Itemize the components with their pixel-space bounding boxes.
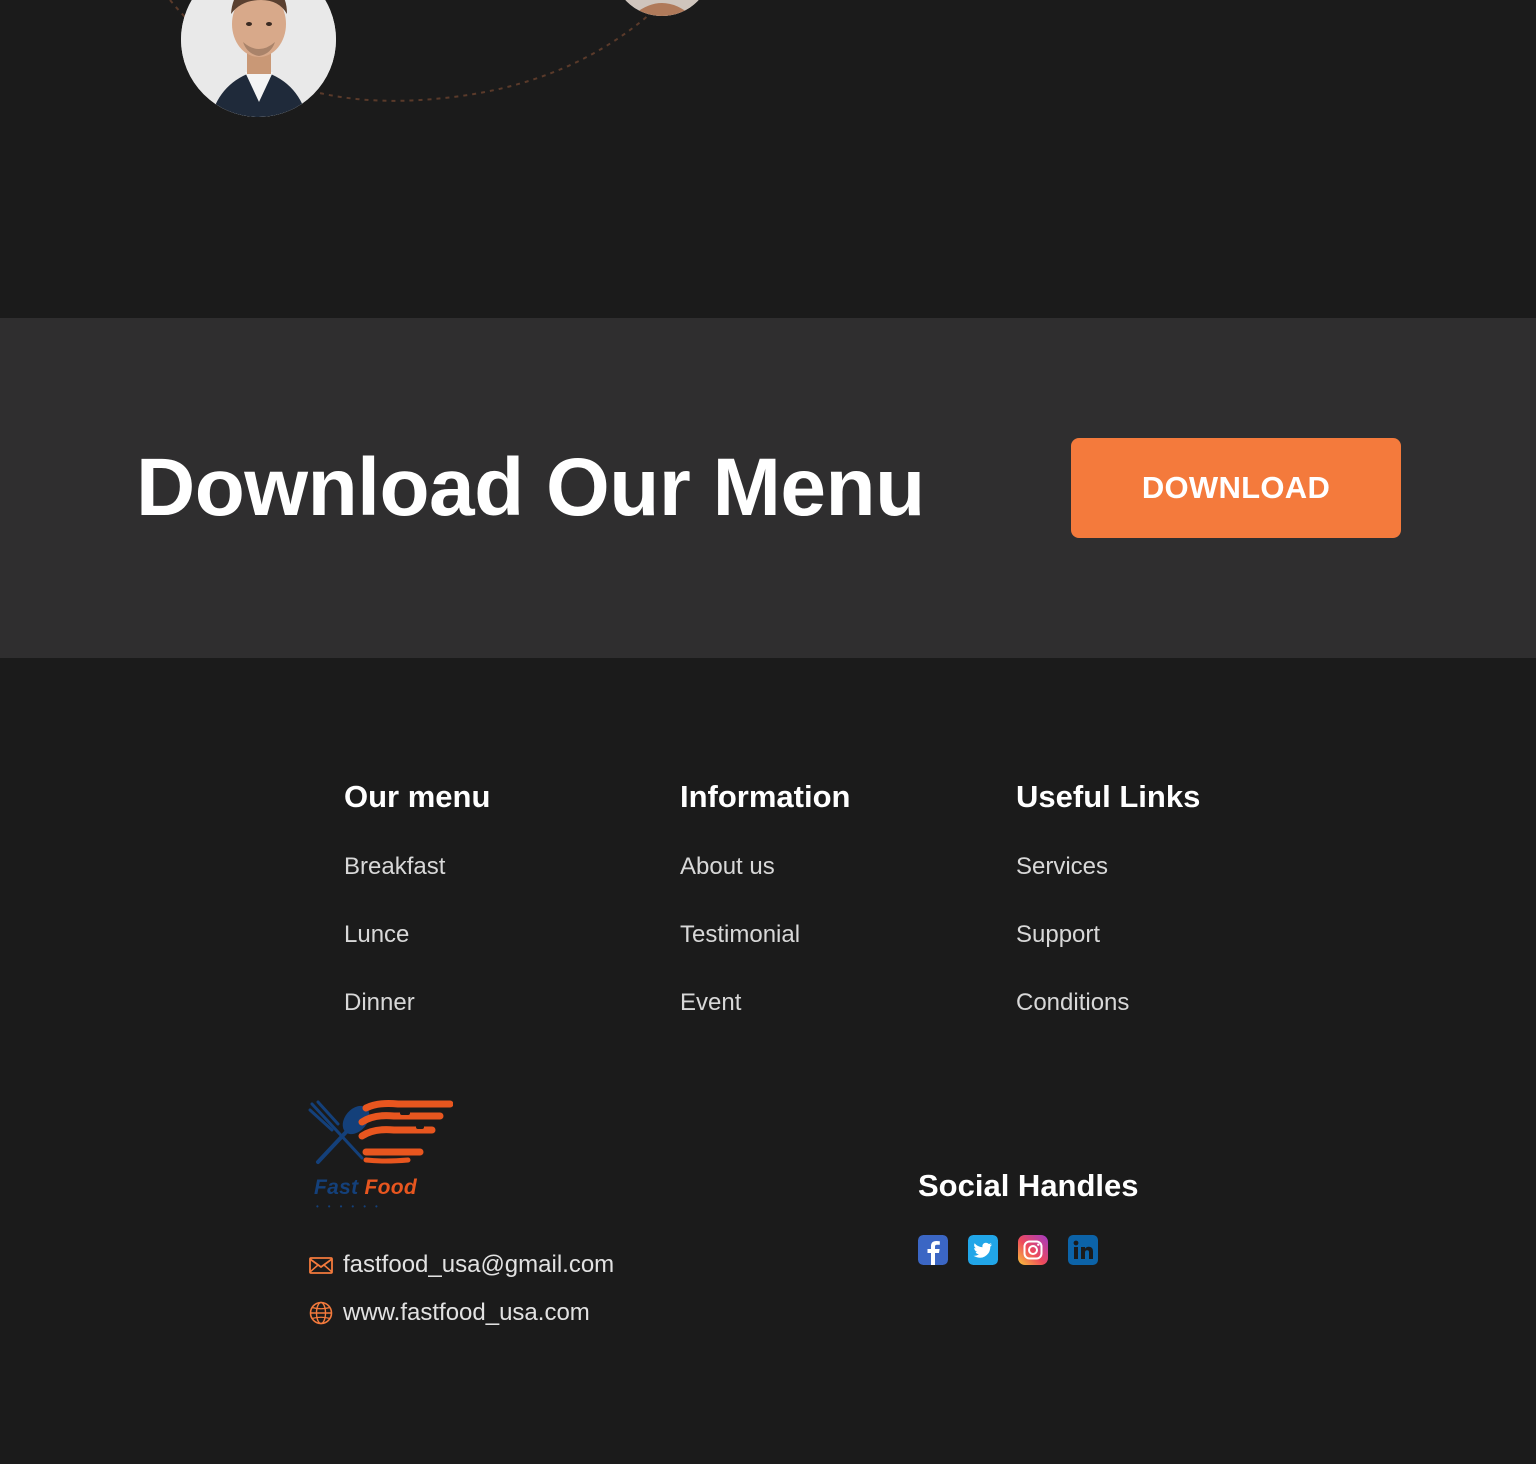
globe-icon — [309, 1301, 333, 1325]
contact-website[interactable]: www.fastfood_usa.com — [343, 1298, 590, 1328]
contact-email-row[interactable]: fastfood_usa@gmail.com — [308, 1250, 614, 1280]
social-handles-heading: Social Handles — [918, 1168, 1139, 1203]
footer-link-services[interactable]: Services — [1016, 852, 1108, 882]
footer-column-useful-links: Useful Links Services Support Conditions — [1016, 778, 1201, 1016]
footer-link-lunch[interactable]: Lunce — [344, 920, 409, 950]
footer-link-testimonial[interactable]: Testimonial — [680, 920, 800, 950]
download-button[interactable]: DOWNLOAD — [1071, 438, 1401, 538]
instagram-icon[interactable] — [1018, 1235, 1048, 1265]
footer-column-information: Information About us Testimonial Event — [680, 778, 851, 1016]
facebook-icon[interactable] — [918, 1235, 948, 1265]
twitter-icon[interactable] — [968, 1235, 998, 1265]
contact-email[interactable]: fastfood_usa@gmail.com — [343, 1250, 614, 1280]
testimonial-section-remnant — [0, 0, 1536, 318]
footer-link-about-us[interactable]: About us — [680, 852, 775, 882]
footer-column-our-menu: Our menu Breakfast Lunce Dinner — [344, 778, 491, 1016]
linkedin-icon[interactable] — [1068, 1235, 1098, 1265]
logo-wordmark: Fast Food — [314, 1176, 417, 1200]
footer-link-dinner[interactable]: Dinner — [344, 988, 415, 1018]
footer-link-event[interactable]: Event — [680, 988, 741, 1018]
footer-link-breakfast[interactable]: Breakfast — [344, 852, 445, 882]
mail-icon — [309, 1257, 333, 1274]
download-menu-title: Download Our Menu — [136, 442, 925, 533]
footer-heading: Useful Links — [1016, 779, 1201, 814]
logo-word-fast: Fast — [314, 1176, 359, 1199]
footer-heading: Information — [680, 779, 851, 814]
footer-heading: Our menu — [344, 779, 491, 814]
social-icons-row — [918, 1235, 1118, 1265]
footer-link-support[interactable]: Support — [1016, 920, 1100, 950]
logo-dots-decoration: •••••• — [316, 1202, 387, 1211]
footer-link-conditions[interactable]: Conditions — [1016, 988, 1129, 1018]
logo-word-food: Food — [364, 1176, 418, 1199]
contact-website-row[interactable]: www.fastfood_usa.com — [308, 1298, 590, 1328]
